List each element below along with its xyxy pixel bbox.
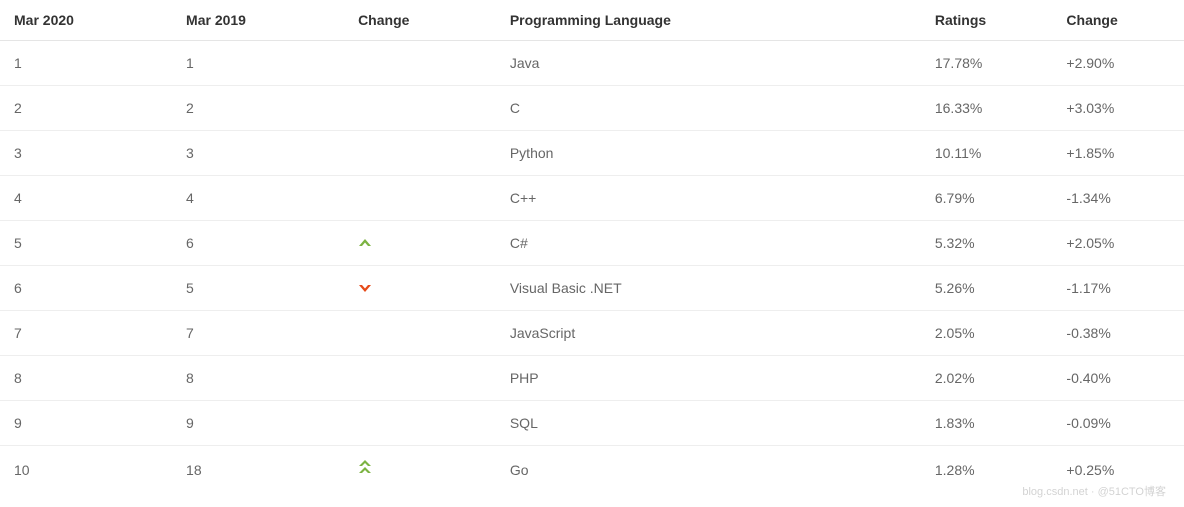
cell-ratings: 10.11% (921, 131, 1053, 176)
cell-mar2020: 5 (0, 221, 172, 266)
table-row: 44 C++6.79%-1.34% (0, 176, 1184, 221)
cell-language: SQL (496, 401, 921, 446)
table-row: 77 JavaScript2.05%-0.38% (0, 311, 1184, 356)
cell-mar2019: 2 (172, 86, 344, 131)
cell-ratings: 17.78% (921, 41, 1053, 86)
cell-mar2020: 9 (0, 401, 172, 446)
cell-trend (344, 311, 496, 356)
cell-language: PHP (496, 356, 921, 401)
cell-mar2019: 4 (172, 176, 344, 221)
cell-language: Python (496, 131, 921, 176)
cell-trend (344, 176, 496, 221)
cell-trend (344, 401, 496, 446)
cell-ratings: 5.26% (921, 266, 1053, 311)
cell-mar2020: 7 (0, 311, 172, 356)
cell-change: +3.03% (1052, 86, 1184, 131)
trend-down-icon (358, 283, 372, 293)
cell-mar2019: 9 (172, 401, 344, 446)
cell-mar2020: 4 (0, 176, 172, 221)
table-row: 1018 Go1.28%+0.25% (0, 446, 1184, 494)
col-header-mar2019: Mar 2019 (172, 0, 344, 41)
cell-change: +0.25% (1052, 446, 1184, 494)
cell-mar2019: 5 (172, 266, 344, 311)
cell-ratings: 6.79% (921, 176, 1053, 221)
table-row: 56 C#5.32%+2.05% (0, 221, 1184, 266)
trend-double-up-icon (358, 460, 372, 476)
col-header-change2: Change (1052, 0, 1184, 41)
cell-mar2020: 10 (0, 446, 172, 494)
col-header-ratings: Ratings (921, 0, 1053, 41)
cell-language: C++ (496, 176, 921, 221)
table-row: 88 PHP2.02%-0.40% (0, 356, 1184, 401)
cell-ratings: 1.83% (921, 401, 1053, 446)
cell-language: C# (496, 221, 921, 266)
cell-trend (344, 446, 496, 494)
cell-mar2019: 1 (172, 41, 344, 86)
cell-language: Go (496, 446, 921, 494)
cell-mar2020: 6 (0, 266, 172, 311)
cell-change: -1.34% (1052, 176, 1184, 221)
cell-trend (344, 131, 496, 176)
tiobe-index-table: Mar 2020 Mar 2019 Change Programming Lan… (0, 0, 1184, 493)
cell-trend (344, 86, 496, 131)
trend-up-icon (358, 238, 372, 248)
cell-mar2019: 3 (172, 131, 344, 176)
cell-language: Java (496, 41, 921, 86)
cell-language: JavaScript (496, 311, 921, 356)
cell-mar2020: 3 (0, 131, 172, 176)
cell-mar2019: 8 (172, 356, 344, 401)
cell-ratings: 1.28% (921, 446, 1053, 494)
cell-change: -1.17% (1052, 266, 1184, 311)
col-header-change: Change (344, 0, 496, 41)
cell-change: +1.85% (1052, 131, 1184, 176)
table-row: 65 Visual Basic .NET5.26%-1.17% (0, 266, 1184, 311)
table-row: 33 Python10.11%+1.85% (0, 131, 1184, 176)
cell-change: +2.05% (1052, 221, 1184, 266)
cell-ratings: 2.05% (921, 311, 1053, 356)
cell-mar2020: 8 (0, 356, 172, 401)
col-header-language: Programming Language (496, 0, 921, 41)
cell-language: C (496, 86, 921, 131)
table-row: 22 C16.33%+3.03% (0, 86, 1184, 131)
table-row: 11 Java17.78%+2.90% (0, 41, 1184, 86)
cell-change: -0.40% (1052, 356, 1184, 401)
cell-mar2020: 2 (0, 86, 172, 131)
cell-ratings: 16.33% (921, 86, 1053, 131)
cell-mar2019: 6 (172, 221, 344, 266)
cell-ratings: 2.02% (921, 356, 1053, 401)
cell-change: -0.38% (1052, 311, 1184, 356)
col-header-mar2020: Mar 2020 (0, 0, 172, 41)
cell-mar2019: 7 (172, 311, 344, 356)
cell-change: -0.09% (1052, 401, 1184, 446)
cell-mar2020: 1 (0, 41, 172, 86)
table-header-row: Mar 2020 Mar 2019 Change Programming Lan… (0, 0, 1184, 41)
cell-mar2019: 18 (172, 446, 344, 494)
table-row: 99 SQL1.83%-0.09% (0, 401, 1184, 446)
cell-trend (344, 356, 496, 401)
cell-trend (344, 221, 496, 266)
cell-trend (344, 266, 496, 311)
cell-trend (344, 41, 496, 86)
cell-ratings: 5.32% (921, 221, 1053, 266)
cell-change: +2.90% (1052, 41, 1184, 86)
cell-language: Visual Basic .NET (496, 266, 921, 311)
